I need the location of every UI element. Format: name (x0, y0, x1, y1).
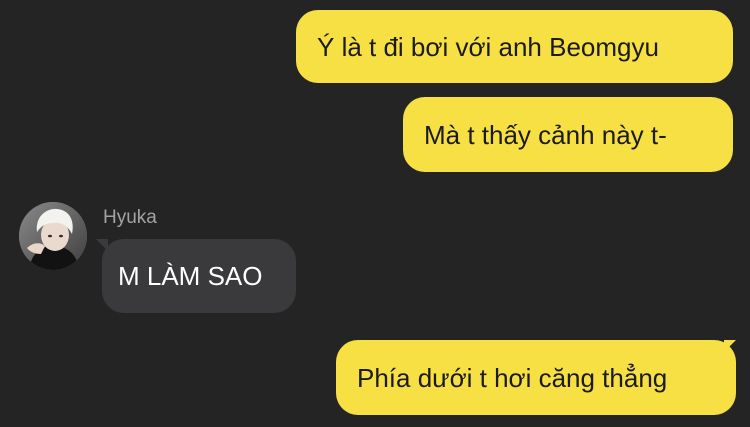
message-text: Ý là t đi bơi với anh Beomgyu (317, 31, 659, 62)
outgoing-bubble-tail (724, 340, 736, 352)
message-text: M LÀM SAO (118, 261, 263, 291)
message-text: Phía dưới t hơi căng thẳng (357, 362, 668, 393)
outgoing-message-bubble[interactable]: Phía dưới t hơi căng thẳng (336, 340, 736, 415)
sender-name: Hyuka (103, 207, 157, 228)
outgoing-message-bubble[interactable]: Ý là t đi bơi với anh Beomgyu (296, 10, 733, 83)
incoming-message-bubble[interactable]: M LÀM SAO (102, 239, 296, 313)
message-text: Mà t thấy cảnh này t- (424, 119, 667, 150)
contact-avatar[interactable] (19, 202, 87, 270)
user-avatar-icon (19, 202, 87, 270)
outgoing-message-bubble[interactable]: Mà t thấy cảnh này t- (403, 97, 733, 172)
